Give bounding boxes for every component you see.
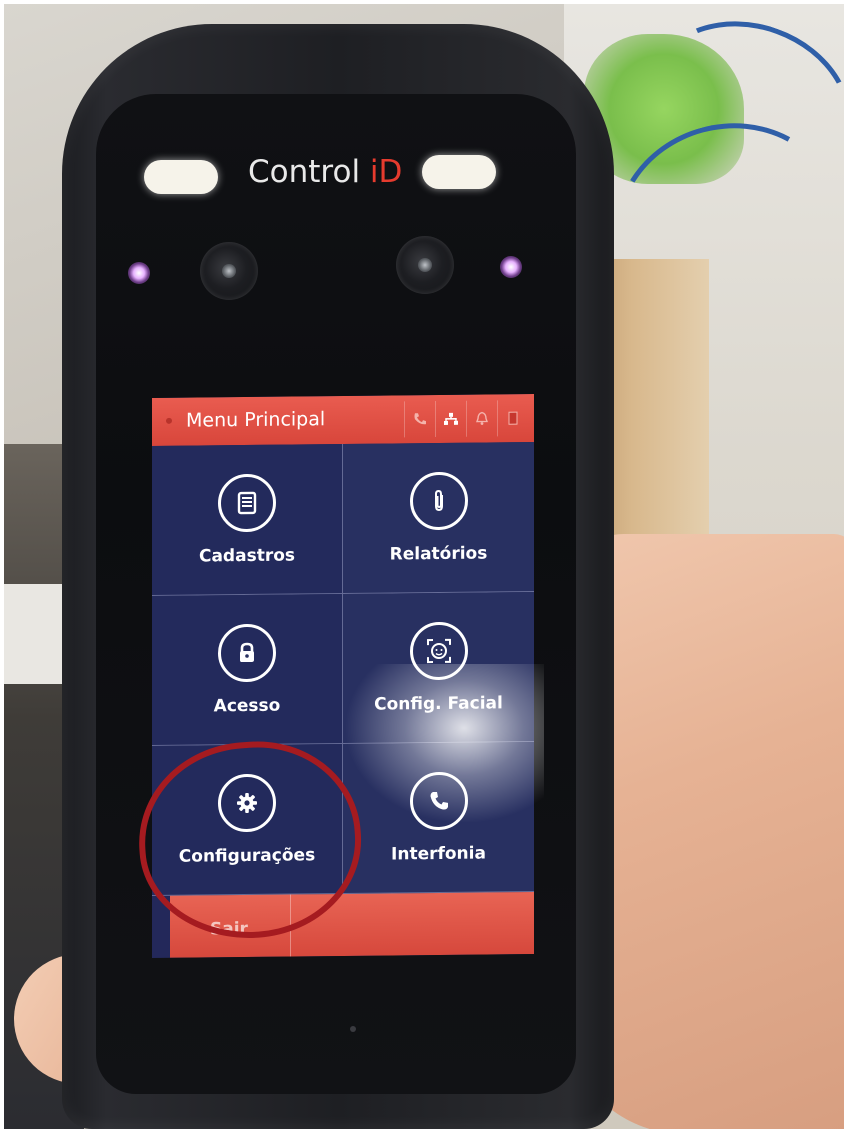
ir-light-right (500, 256, 522, 278)
tile-label: Configurações (178, 844, 316, 867)
led-right (422, 155, 496, 189)
camera-right (396, 236, 454, 294)
menu-tile-configuracoes[interactable]: Configurações (152, 744, 343, 897)
list-icon (218, 473, 276, 532)
menu-header: Menu Principal (152, 393, 534, 447)
status-dot (166, 417, 172, 424)
gear-icon (218, 773, 276, 832)
ir-light-left (128, 262, 150, 284)
menu-tile-relatorios[interactable]: Relatórios (343, 441, 534, 594)
brand-logo: Control iD (248, 154, 402, 190)
network-icon (435, 400, 466, 438)
menu-tile-acesso[interactable]: Acesso (152, 594, 343, 747)
bell-icon (466, 400, 497, 437)
phone-icon (409, 771, 468, 830)
tile-label: Cadastros (198, 545, 295, 567)
header-status-icons (404, 400, 528, 438)
menu-title: Menu Principal (186, 408, 326, 432)
paperclip-icon (409, 471, 468, 530)
door-icon (497, 400, 528, 437)
tile-label: Config. Facial (374, 692, 503, 715)
face-scan-icon (409, 621, 468, 680)
footer-divider (290, 894, 291, 957)
led-left (144, 160, 218, 194)
brand-text: Control (248, 154, 370, 190)
touch-screen: Menu Principal Cadastros Relatórios Aces… (152, 393, 534, 959)
footer-bar: Sair (170, 891, 534, 958)
brand-accent-text: iD (369, 154, 403, 190)
lock-icon (218, 623, 276, 682)
exit-button[interactable]: Sair (210, 919, 248, 939)
photo: Control iD Menu Principal Cadastros Rela… (4, 4, 844, 1129)
phone-icon (404, 401, 435, 438)
tile-label: Acesso (213, 695, 281, 716)
menu-tile-config-facial[interactable]: Config. Facial (343, 591, 534, 744)
menu-tile-interfonia[interactable]: Interfonia (343, 741, 534, 894)
microphone-hole (350, 1026, 356, 1032)
menu-grid: Cadastros Relatórios Acesso Config. Faci… (152, 441, 534, 897)
camera-left (200, 242, 258, 300)
menu-tile-cadastros[interactable]: Cadastros (152, 444, 343, 597)
tile-label: Interfonia (391, 843, 486, 864)
tile-label: Relatórios (389, 542, 488, 565)
